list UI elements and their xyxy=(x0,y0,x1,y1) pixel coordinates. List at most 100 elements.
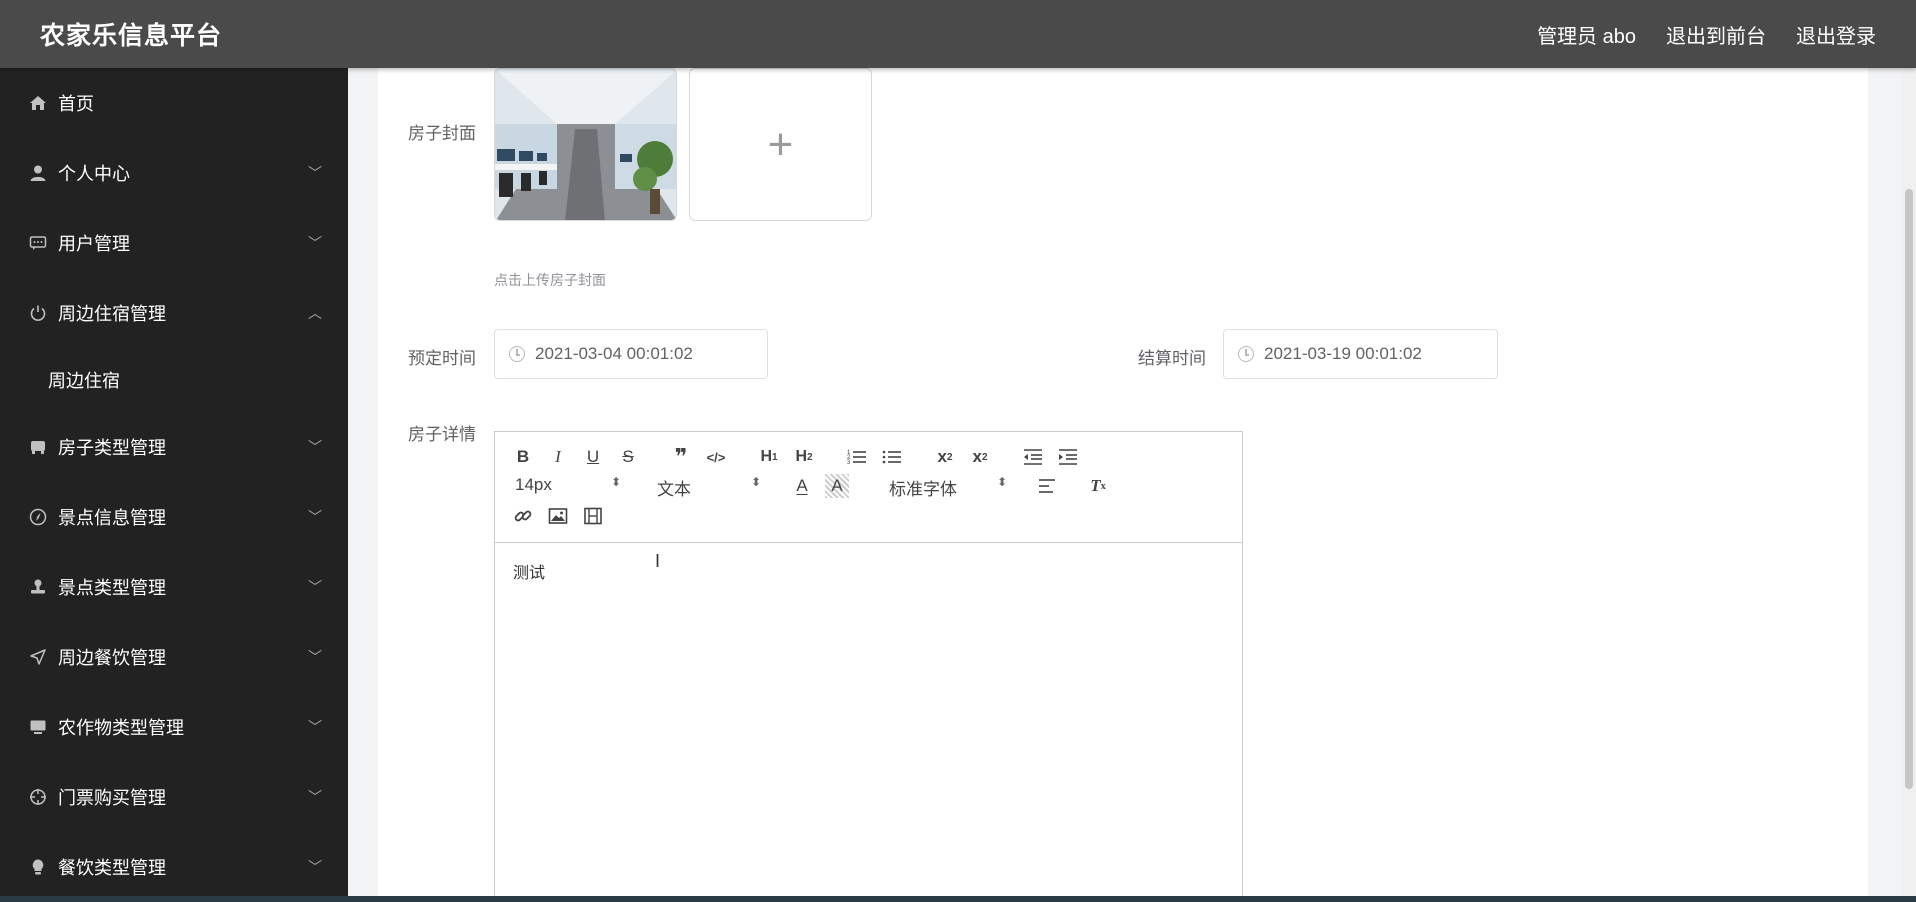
clear-format-icon[interactable]: Tx xyxy=(1086,474,1110,498)
book-time-label: 预定时间 xyxy=(408,349,476,368)
bulb-icon xyxy=(28,857,48,877)
chevron-down-icon: ﹀ xyxy=(308,789,322,805)
link-icon[interactable] xyxy=(511,504,535,528)
home-icon xyxy=(28,93,48,113)
bold-icon[interactable]: B xyxy=(511,445,535,469)
office-photo-icon xyxy=(495,69,676,220)
target-icon xyxy=(28,787,48,807)
monitor-icon xyxy=(28,717,48,737)
subscript-icon[interactable]: x2 xyxy=(933,445,957,469)
chevron-down-icon: ﹀ xyxy=(308,719,322,735)
chevron-down-icon: ﹀ xyxy=(308,509,322,525)
header-select-value: 文本 xyxy=(657,480,691,499)
header-actions: 管理员 abo 退出到前台 退出登录 xyxy=(1537,20,1876,49)
sidebar-item-label: 门票购买管理 xyxy=(58,788,166,808)
brand-title: 农家乐信息平台 xyxy=(40,22,223,50)
settle-time-input[interactable]: 2021-03-19 00:01:02 xyxy=(1223,329,1498,379)
sidebar-item-attraction-type[interactable]: 景点类型管理 ﹀ xyxy=(0,552,348,622)
bus-icon xyxy=(28,437,48,457)
chevron-up-icon: ︿ xyxy=(308,305,322,321)
video-icon[interactable] xyxy=(581,504,605,528)
user-icon xyxy=(28,163,48,183)
chevron-down-icon: ﹀ xyxy=(308,649,322,665)
cover-image[interactable] xyxy=(494,68,677,221)
sidebar-item-dining[interactable]: 周边餐饮管理 ﹀ xyxy=(0,622,348,692)
editor-content[interactable]: 测试 xyxy=(495,543,1242,599)
scrollbar-thumb[interactable] xyxy=(1905,189,1913,789)
send-icon xyxy=(28,647,48,667)
clock-icon xyxy=(509,346,525,362)
logout-link[interactable]: 退出登录 xyxy=(1796,20,1876,49)
sidebar-item-label: 农作物类型管理 xyxy=(58,718,184,738)
background-color-icon[interactable]: A xyxy=(825,474,849,498)
detail-label: 房子详情 xyxy=(408,425,476,444)
heading-1-icon[interactable]: H1 xyxy=(757,445,781,469)
sidebar-item-dining-type[interactable]: 餐饮类型管理 ﹀ xyxy=(0,832,348,902)
sidebar-item-lodging[interactable]: 周边住宿管理 ︿ xyxy=(0,278,348,348)
superscript-icon[interactable]: x2 xyxy=(968,445,992,469)
bottom-strip xyxy=(0,896,1916,902)
plus-icon: + xyxy=(767,119,794,169)
editor-toolbar: B I U S ❞ </> H1 H2 123 x2 x2 14px ⬍ 文本 … xyxy=(495,432,1242,543)
settle-time-value: 2021-03-19 00:01:02 xyxy=(1264,344,1422,363)
cover-label: 房子封面 xyxy=(408,124,476,143)
italic-icon[interactable]: I xyxy=(546,445,570,469)
chevron-down-icon: ﹀ xyxy=(308,439,322,455)
sidebar-item-label: 周边餐饮管理 xyxy=(58,648,166,668)
sidebar-subitem-lodging[interactable]: 周边住宿 xyxy=(0,348,348,412)
sidebar-item-ticket[interactable]: 门票购买管理 ﹀ xyxy=(0,762,348,832)
rich-text-editor: B I U S ❞ </> H1 H2 123 x2 x2 14px ⬍ 文本 … xyxy=(494,431,1243,902)
back-to-front-link[interactable]: 退出到前台 xyxy=(1666,20,1766,49)
compass-icon xyxy=(28,507,48,527)
chevron-down-icon: ﹀ xyxy=(308,859,322,875)
select-arrows-icon: ⬍ xyxy=(997,475,1008,489)
page-scrollbar[interactable] xyxy=(1902,54,1916,902)
header-select[interactable]: 文本 ⬍ xyxy=(657,475,761,500)
cover-hint: 点击上传房子封面 xyxy=(494,272,606,288)
book-time-input[interactable]: 2021-03-04 00:01:02 xyxy=(494,329,768,379)
select-arrows-icon: ⬍ xyxy=(611,475,622,489)
stamp-icon xyxy=(28,577,48,597)
top-header: 农家乐信息平台 管理员 abo 退出到前台 退出登录 xyxy=(0,0,1916,68)
font-family-select[interactable]: 标准字体 ⬍ xyxy=(889,475,1007,500)
select-arrows-icon: ⬍ xyxy=(751,475,762,489)
sidebar-item-label: 周边住宿管理 xyxy=(58,304,166,324)
settle-time-label: 结算时间 xyxy=(1138,349,1206,368)
sidebar-item-users[interactable]: 用户管理 ﹀ xyxy=(0,208,348,278)
image-icon[interactable] xyxy=(546,504,570,528)
align-left-icon[interactable] xyxy=(1035,474,1059,498)
underline-icon[interactable]: U xyxy=(581,445,605,469)
heading-2-icon[interactable]: H2 xyxy=(792,445,816,469)
outdent-icon[interactable] xyxy=(1021,445,1045,469)
sidebar-item-label: 景点类型管理 xyxy=(58,578,166,598)
font-family-value: 标准字体 xyxy=(889,480,957,499)
cover-upload-button[interactable]: + xyxy=(689,68,872,221)
bullet-list-icon[interactable] xyxy=(880,445,904,469)
sidebar-item-house-type[interactable]: 房子类型管理 ﹀ xyxy=(0,412,348,482)
font-color-icon[interactable]: A xyxy=(790,474,814,498)
sidebar-item-label: 餐饮类型管理 xyxy=(58,858,166,878)
sidebar-item-profile[interactable]: 个人中心 ﹀ xyxy=(0,138,348,208)
sidebar-item-label: 首页 xyxy=(58,94,94,114)
font-size-select[interactable]: 14px ⬍ xyxy=(515,475,621,495)
indent-icon[interactable] xyxy=(1056,445,1080,469)
chevron-down-icon: ﹀ xyxy=(308,235,322,251)
book-time-value: 2021-03-04 00:01:02 xyxy=(535,344,693,363)
sidebar-item-crop-type[interactable]: 农作物类型管理 ﹀ xyxy=(0,692,348,762)
sidebar-item-label: 用户管理 xyxy=(58,234,130,254)
strikethrough-icon[interactable]: S xyxy=(616,445,640,469)
chevron-down-icon: ﹀ xyxy=(308,579,322,595)
code-icon[interactable]: </> xyxy=(704,445,728,469)
chat-icon xyxy=(28,233,48,253)
sidebar-item-label: 个人中心 xyxy=(58,164,130,184)
blockquote-icon[interactable]: ❞ xyxy=(669,444,693,469)
sidebar-item-attraction-info[interactable]: 景点信息管理 ﹀ xyxy=(0,482,348,552)
sidebar: 首页 个人中心 ﹀ 用户管理 ﹀ 周边住宿管理 ︿ 周边住宿 房子类型管理 ﹀ xyxy=(0,68,348,902)
ordered-list-icon[interactable]: 123 xyxy=(845,445,869,469)
admin-label[interactable]: 管理员 abo xyxy=(1537,20,1636,49)
sidebar-item-home[interactable]: 首页 xyxy=(0,68,348,138)
chevron-down-icon: ﹀ xyxy=(308,165,322,181)
clock-icon xyxy=(1238,346,1254,362)
editor-text: 测试 xyxy=(513,565,546,582)
sidebar-subitem-label: 周边住宿 xyxy=(48,371,120,391)
